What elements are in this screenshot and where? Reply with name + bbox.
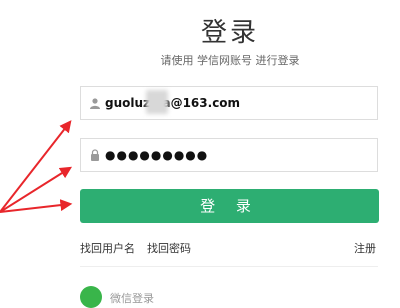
annotation-arrows	[0, 120, 73, 213]
arrow-to-username	[0, 120, 72, 213]
